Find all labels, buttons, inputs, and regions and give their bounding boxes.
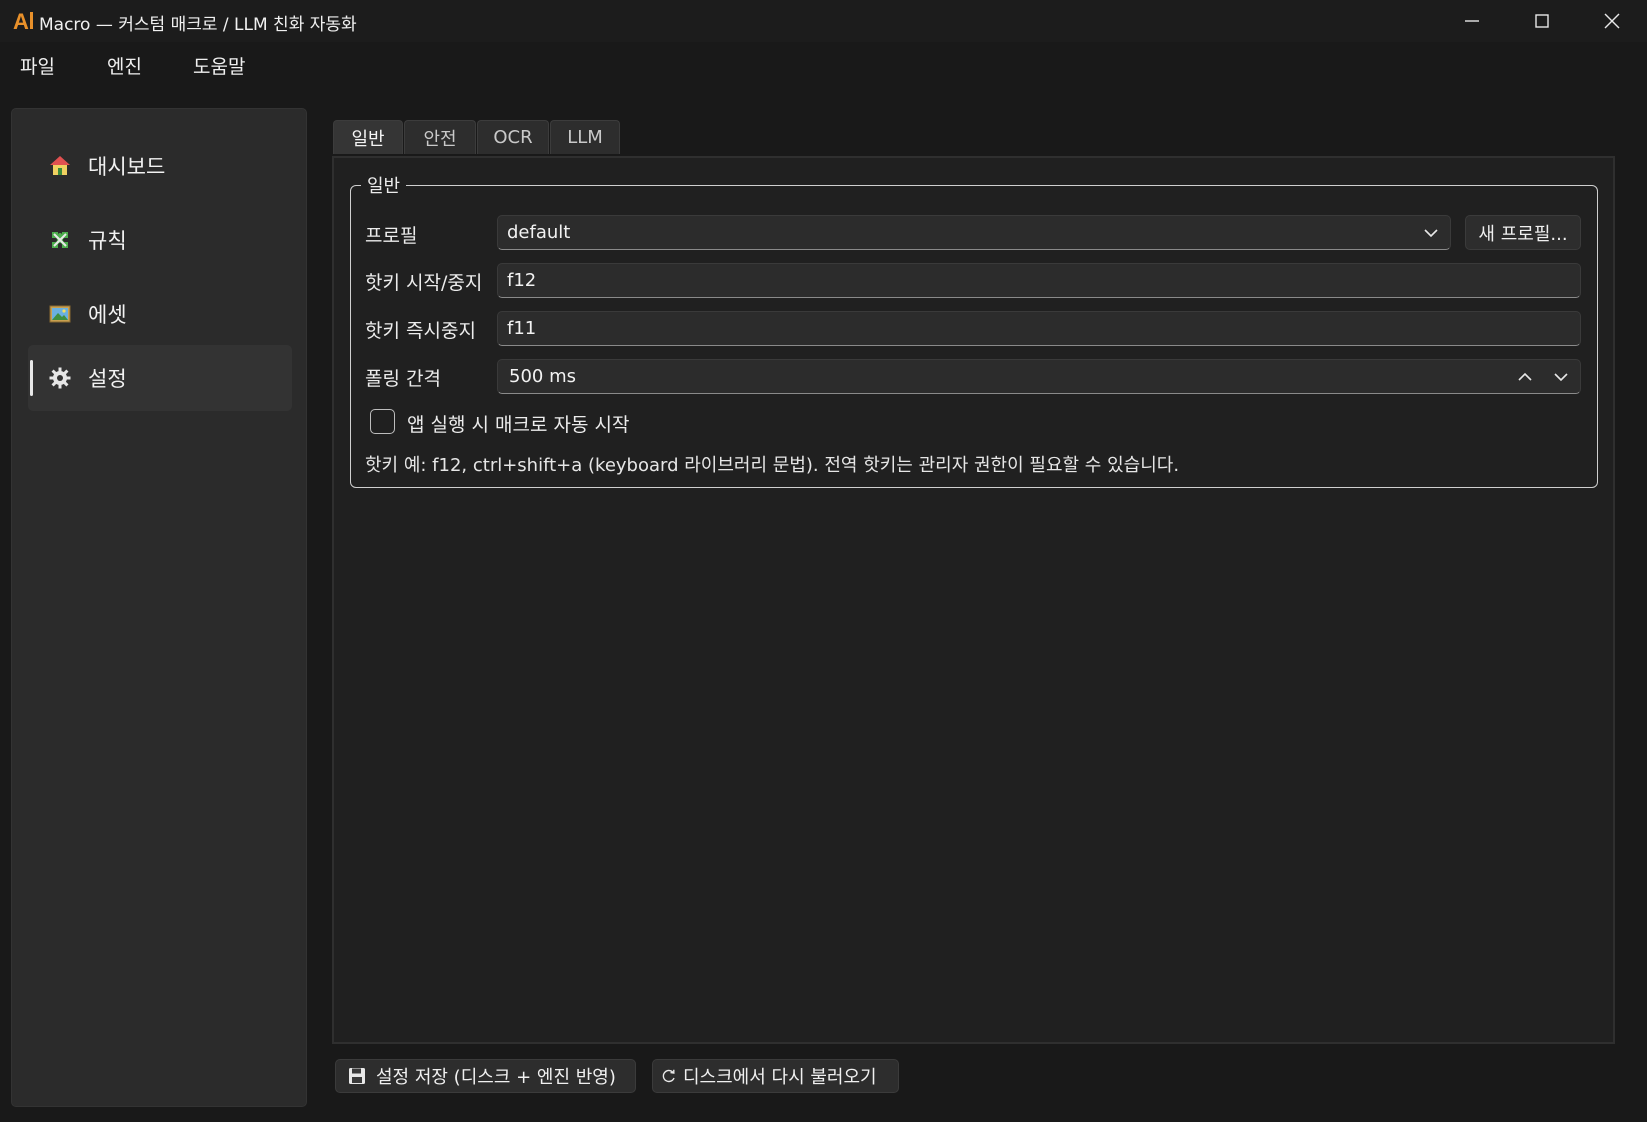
autostart-checkbox[interactable]: [370, 409, 395, 434]
sidebar-item-label: 설정: [88, 367, 127, 391]
gear-icon: [49, 367, 71, 389]
menu-engine[interactable]: 엔진: [107, 52, 142, 79]
save-settings-button[interactable]: 설정 저장 (디스크 + 엔진 반영): [335, 1059, 636, 1093]
chevron-up-icon[interactable]: [1517, 369, 1533, 385]
title-bar: A Macro — 커스텀 매크로 / LLM 친화 자동화: [0, 0, 1647, 42]
chevron-down-icon: [1424, 229, 1438, 238]
minimize-icon: [1465, 20, 1479, 22]
home-icon: [50, 156, 70, 175]
tab-safety[interactable]: 안전: [404, 120, 476, 154]
close-button[interactable]: [1577, 0, 1647, 42]
refresh-icon: [662, 1069, 675, 1083]
menu-file[interactable]: 파일: [20, 52, 55, 79]
hotkey-start-value: f12: [507, 270, 537, 291]
puzzle-icon: [52, 232, 68, 248]
svg-text:A: A: [13, 9, 29, 33]
save-settings-label: 설정 저장 (디스크 + 엔진 반영): [376, 1067, 616, 1088]
sidebar-item-settings[interactable]: 설정: [28, 345, 292, 411]
profile-label: 프로필: [365, 225, 418, 247]
sidebar-item-rules[interactable]: 규칙: [28, 207, 292, 273]
hotkey-stop-input[interactable]: f11: [497, 311, 1581, 346]
autostart-label[interactable]: 앱 실행 시 매크로 자동 시작: [407, 410, 629, 437]
polling-label: 폴링 간격: [365, 368, 441, 390]
hotkey-stop-value: f11: [507, 318, 537, 339]
reload-settings-button[interactable]: 디스크에서 다시 불러오기: [652, 1059, 899, 1093]
reload-settings-label: 디스크에서 다시 불러오기: [683, 1067, 877, 1088]
tab-ocr[interactable]: OCR: [477, 120, 549, 154]
sidebar-item-label: 대시보드: [88, 155, 166, 179]
menu-bar: [0, 42, 1647, 90]
sidebar-item-assets[interactable]: 에셋: [28, 281, 292, 347]
tab-general[interactable]: 일반: [333, 120, 403, 154]
hotkey-hint: 핫키 예: f12, ctrl+shift+a (keyboard 라이브러리 …: [365, 455, 1180, 476]
maximize-icon: [1535, 14, 1549, 28]
window-title: Macro — 커스텀 매크로 / LLM 친화 자동화: [39, 15, 357, 35]
hotkey-start-label: 핫키 시작/중지: [365, 272, 483, 294]
ai-logo-icon: A: [13, 9, 33, 33]
sidebar-item-label: 규칙: [88, 229, 127, 253]
group-title: 일반: [361, 172, 407, 198]
sidebar-item-dashboard[interactable]: 대시보드: [28, 133, 292, 199]
polling-spinbox[interactable]: 500 ms: [497, 359, 1581, 394]
active-indicator: [30, 360, 33, 396]
floppy-disk-icon: [349, 1068, 365, 1084]
hotkey-start-input[interactable]: f12: [497, 263, 1581, 298]
chevron-down-icon[interactable]: [1553, 369, 1569, 385]
minimize-button[interactable]: [1437, 0, 1507, 42]
hotkey-stop-label: 핫키 즉시중지: [365, 320, 476, 342]
menu-help[interactable]: 도움말: [193, 52, 245, 79]
new-profile-button[interactable]: 새 프로필...: [1465, 215, 1581, 250]
close-icon: [1604, 13, 1620, 29]
profile-value: default: [507, 222, 571, 243]
image-icon: [49, 305, 71, 323]
tab-llm[interactable]: LLM: [550, 120, 620, 154]
maximize-button[interactable]: [1507, 0, 1577, 42]
sidebar: 대시보드 규칙 에셋 설정: [11, 108, 307, 1107]
profile-dropdown[interactable]: default: [497, 215, 1451, 250]
polling-value: 500 ms: [509, 366, 576, 387]
sidebar-item-label: 에셋: [88, 303, 127, 327]
